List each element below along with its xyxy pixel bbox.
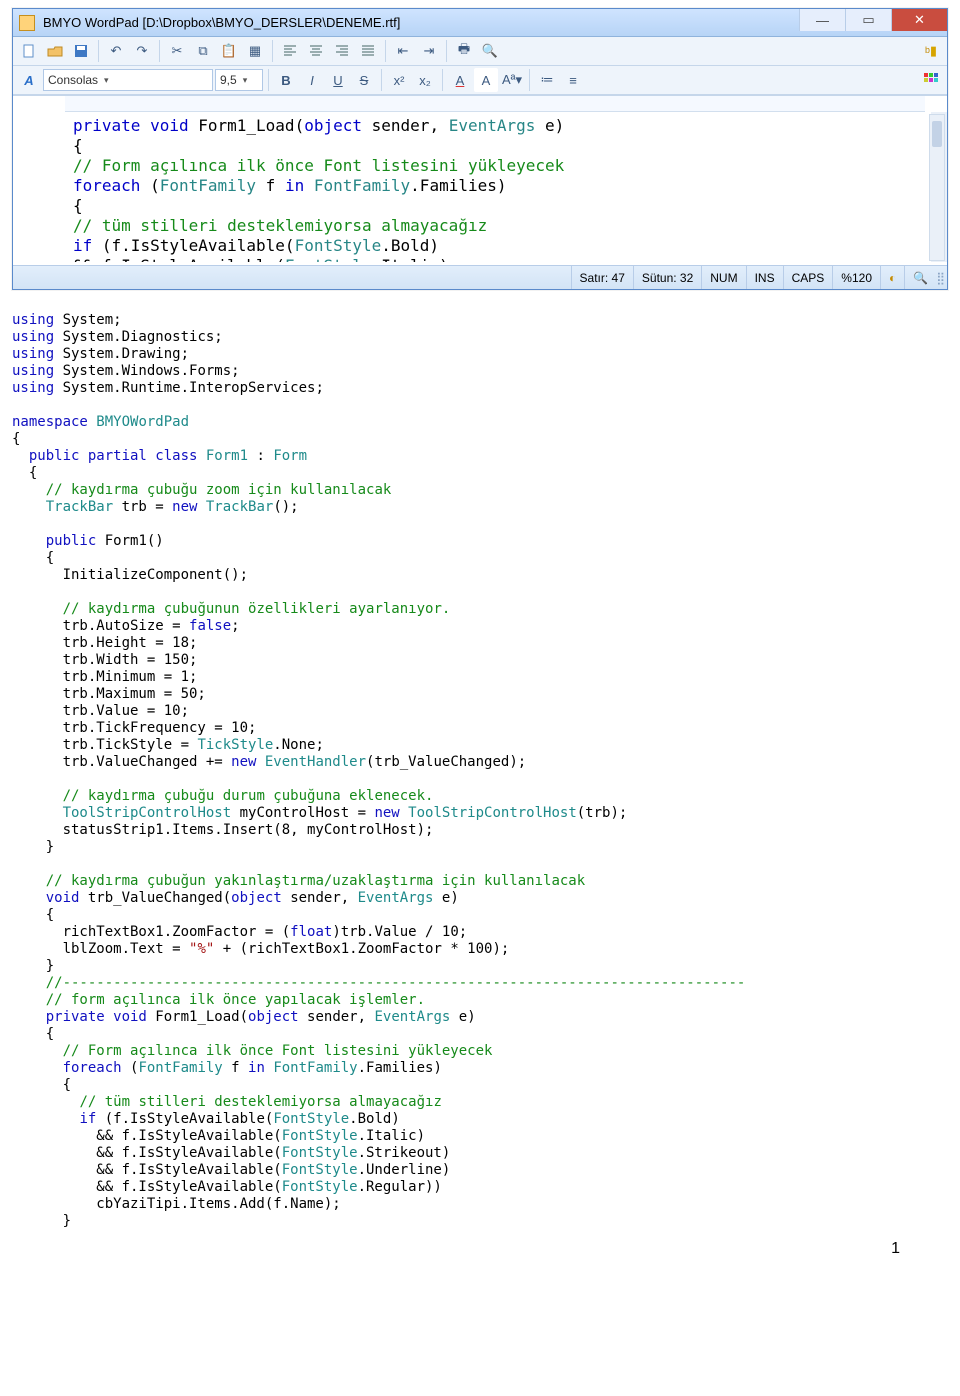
font-color-icon[interactable]: A	[448, 68, 472, 92]
align-justify-icon[interactable]	[356, 39, 380, 63]
minimize-button[interactable]: —	[799, 9, 845, 31]
resize-grip[interactable]: ⣿	[936, 271, 947, 285]
status-num: NUM	[701, 266, 745, 289]
align-left-icon[interactable]	[278, 39, 302, 63]
chevron-down-icon: ▾	[104, 75, 109, 86]
page-number: 1	[0, 1240, 960, 1278]
open-icon[interactable]	[43, 39, 67, 63]
ruler[interactable]	[65, 96, 925, 112]
copy-icon[interactable]: ⧉	[191, 39, 215, 63]
bullets-icon[interactable]: ≔	[535, 68, 559, 92]
toolbar-font: A Consolas ▾ 9,5 ▾ B I U S x² x₂ A A Aª▾…	[13, 66, 947, 95]
window-buttons: — ▭ ✕	[799, 9, 947, 36]
redo-icon[interactable]: ↷	[130, 39, 154, 63]
strike-button[interactable]: S	[352, 68, 376, 92]
titlebar: BMYO WordPad [D:\Dropbox\BMYO_DERSLER\DE…	[13, 9, 947, 37]
print-icon[interactable]: 🖶	[452, 39, 476, 63]
bold-button[interactable]: B	[274, 68, 298, 92]
save-icon[interactable]	[69, 39, 93, 63]
editor-area: private void Form1_Load(object sender, E…	[13, 95, 947, 265]
numbering-icon[interactable]: ≡	[561, 68, 585, 92]
zoom-slider-icon[interactable]: ◐	[880, 266, 904, 289]
scrollbar-thumb[interactable]	[932, 121, 942, 147]
undo-icon[interactable]: ↶	[104, 39, 128, 63]
close-button[interactable]: ✕	[891, 9, 947, 31]
font-size-combo[interactable]: 9,5 ▾	[215, 69, 263, 91]
new-icon[interactable]	[17, 39, 41, 63]
statusbar: Satır: 47 Sütun: 32 NUM INS CAPS %120 ◐ …	[13, 265, 947, 289]
back-color-icon[interactable]: A	[474, 68, 498, 92]
indent-increase-icon[interactable]: ⇥	[417, 39, 441, 63]
vertical-scrollbar[interactable]	[929, 114, 945, 261]
status-zoom: %120	[832, 266, 880, 289]
color-palette-icon[interactable]	[919, 68, 943, 92]
status-ins: INS	[746, 266, 783, 289]
code-listing: using System; using System.Diagnostics; …	[0, 302, 960, 1240]
status-column: Sütun: 32	[633, 266, 701, 289]
font-family-combo[interactable]: Consolas ▾	[43, 69, 213, 91]
maximize-button[interactable]: ▭	[845, 9, 891, 31]
align-right-icon[interactable]	[330, 39, 354, 63]
zoom-find-icon[interactable]: 🔍	[904, 266, 936, 289]
highlight-icon[interactable]: ᵇ▮	[919, 39, 943, 63]
text-case-icon[interactable]: Aª▾	[500, 68, 524, 92]
richtext-editor[interactable]: private void Form1_Load(object sender, E…	[13, 112, 947, 262]
app-window: BMYO WordPad [D:\Dropbox\BMYO_DERSLER\DE…	[12, 8, 948, 290]
font-size-value: 9,5	[220, 73, 237, 87]
italic-button[interactable]: I	[300, 68, 324, 92]
chevron-down-icon: ▾	[243, 75, 248, 86]
underline-button[interactable]: U	[326, 68, 350, 92]
paste-icon[interactable]: 📋	[217, 39, 241, 63]
window-title: BMYO WordPad [D:\Dropbox\BMYO_DERSLER\DE…	[43, 15, 400, 30]
font-family-value: Consolas	[48, 73, 98, 87]
find-icon[interactable]: 🔍	[478, 39, 502, 63]
toolbar-main: ↶ ↷ ✂ ⧉ 📋 ▦ ⇤ ⇥ 🖶 🔍 ᵇ▮	[13, 37, 947, 66]
cut-icon[interactable]: ✂	[165, 39, 189, 63]
select-all-icon[interactable]: ▦	[243, 39, 267, 63]
indent-decrease-icon[interactable]: ⇤	[391, 39, 415, 63]
align-center-icon[interactable]	[304, 39, 328, 63]
subscript-icon[interactable]: x₂	[413, 68, 437, 92]
superscript-icon[interactable]: x²	[387, 68, 411, 92]
status-line: Satır: 47	[571, 266, 633, 289]
status-caps: CAPS	[783, 266, 833, 289]
font-dialog-icon[interactable]: A	[17, 68, 41, 92]
app-icon	[19, 15, 35, 31]
